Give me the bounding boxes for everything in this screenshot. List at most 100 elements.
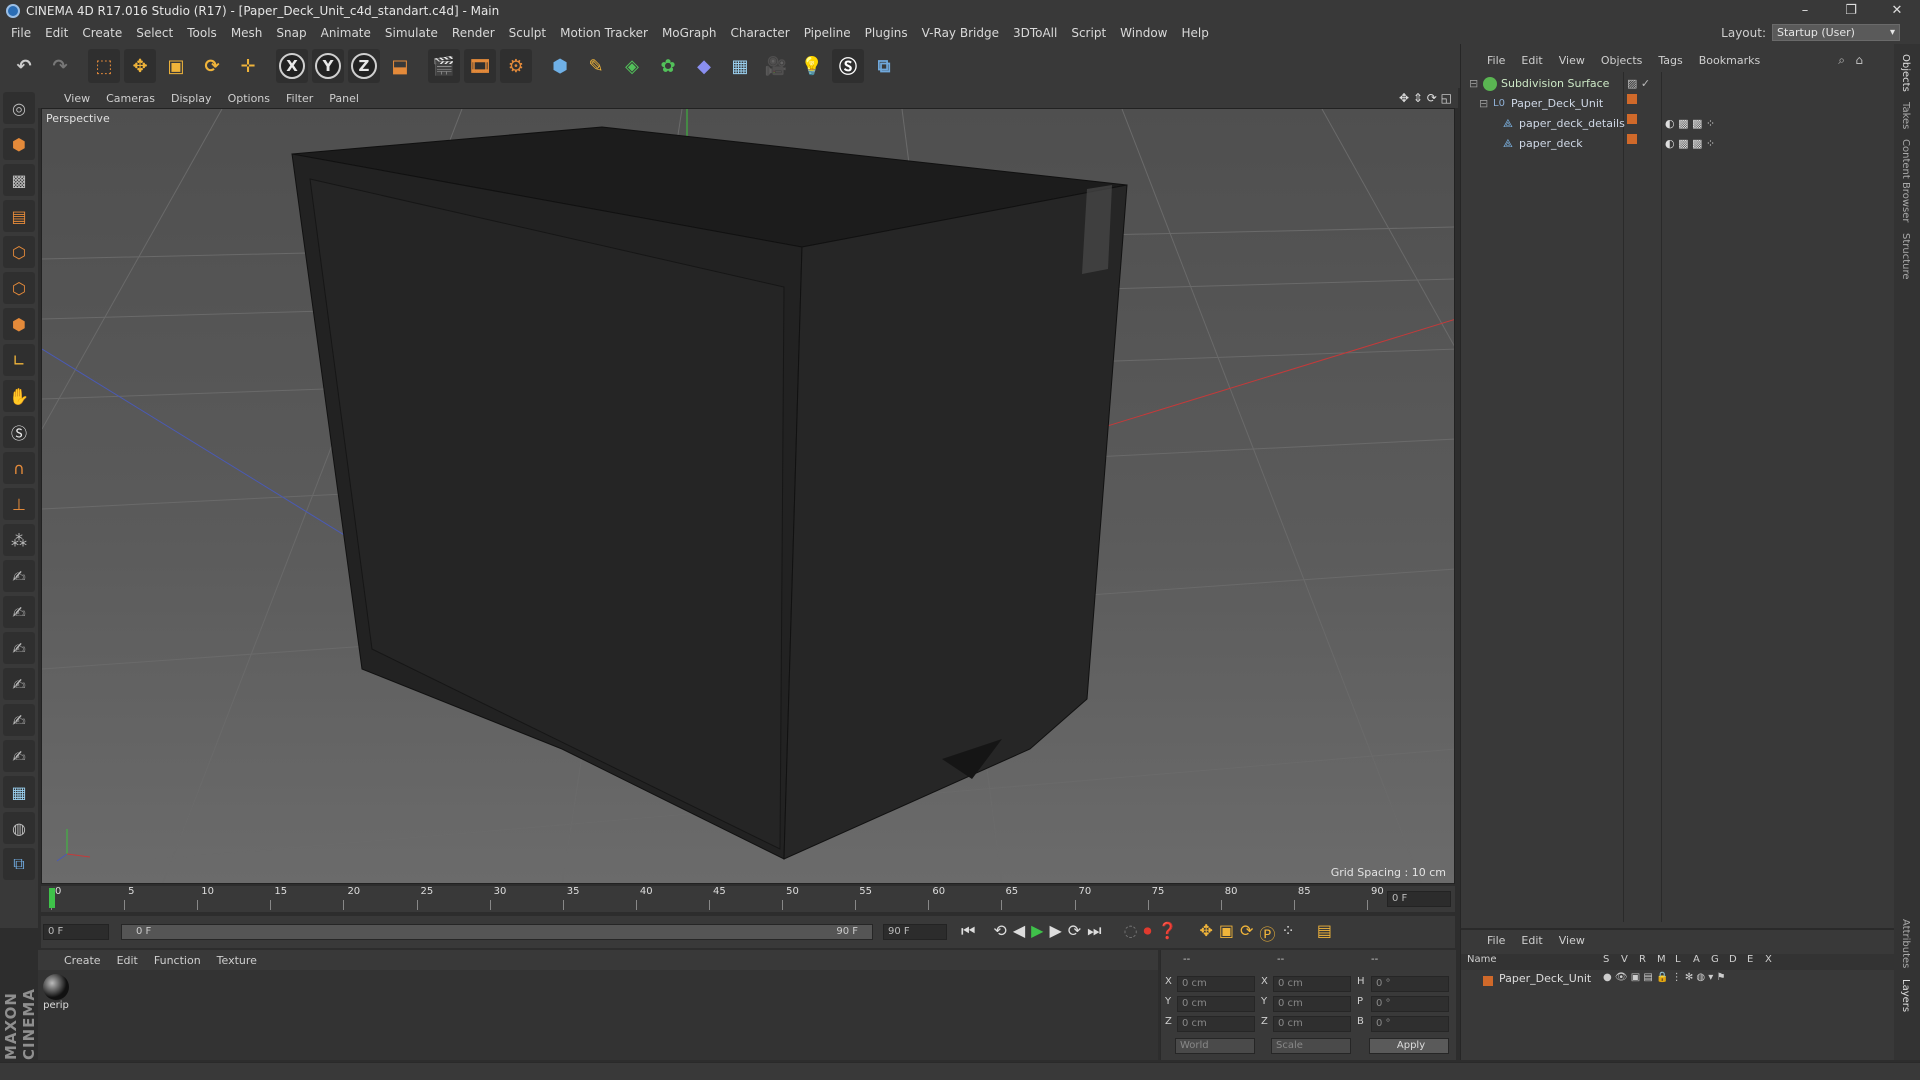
sculpt-inflate-icon[interactable]: ✍ [3, 704, 35, 736]
menu-tools[interactable]: Tools [180, 26, 224, 40]
rotation-p-field[interactable]: 0 ° [1371, 996, 1449, 1012]
current-frame-field[interactable]: 0 F [1387, 891, 1451, 907]
timeline-ruler[interactable]: 0 5 10 15 20 25 30 35 40 45 50 55 60 65 70 75 80 85 90 0 F [41, 886, 1455, 912]
render-settings-icon[interactable]: ⚙ [500, 49, 532, 83]
size-z-field[interactable]: 0 cm [1273, 1016, 1351, 1032]
paper-deck-model[interactable] [291, 126, 1128, 860]
objects-home-icon[interactable]: ⌂ [1855, 53, 1863, 67]
deformer-icon[interactable]: ◆ [688, 49, 720, 83]
layer-row[interactable]: Paper_Deck_Unit ● 👁 ▣ ▤ 🔒 ⋮ ✻ ◍ ▾ ⚑ [1461, 972, 1895, 990]
menu-help[interactable]: Help [1174, 26, 1215, 40]
python-icon[interactable]: ⧉ [868, 49, 900, 83]
object-row-paper-deck-details[interactable]: ⟁ paper_deck_details ◐ ▩ ▩ ⁘ [1461, 114, 1895, 134]
tab-content-browser[interactable]: Content Browser [1900, 139, 1911, 222]
layers-menu-edit[interactable]: Edit [1521, 934, 1542, 947]
tab-layers[interactable]: Layers [1900, 979, 1911, 1012]
menu-create[interactable]: Create [75, 26, 129, 40]
object-row-paper-deck-unit[interactable]: ⊟ L0 Paper_Deck_Unit [1461, 94, 1895, 114]
menu-snap[interactable]: Snap [269, 26, 313, 40]
rotation-h-field[interactable]: 0 ° [1371, 976, 1449, 992]
layer-color-swatch[interactable] [1627, 94, 1637, 104]
quantize-icon[interactable]: ⁂ [3, 524, 35, 556]
objects-menu-bookmarks[interactable]: Bookmarks [1699, 54, 1760, 67]
scale-mode-dropdown[interactable]: Scale [1271, 1038, 1351, 1054]
sculpt-pull-icon[interactable]: ✍ [3, 596, 35, 628]
key-position-icon[interactable]: ✥ [1199, 921, 1212, 945]
tweak-mode-icon[interactable]: ✋ [3, 380, 35, 412]
viewport-menu-filter[interactable]: Filter [286, 92, 323, 105]
workplane-mode-icon[interactable]: ▤ [3, 200, 35, 232]
edges-mode-icon[interactable]: ⬡ [3, 272, 35, 304]
menu-mesh[interactable]: Mesh [224, 26, 270, 40]
live-selection-icon[interactable]: ⬚ [88, 49, 120, 83]
previous-frame-icon[interactable]: ◀ [1013, 921, 1025, 945]
timeline-layout-icon[interactable]: ▤ [1317, 921, 1332, 945]
position-x-field[interactable]: 0 cm [1177, 976, 1255, 992]
menu-sculpt[interactable]: Sculpt [502, 26, 553, 40]
playhead[interactable] [49, 888, 55, 908]
rotate-tool-icon[interactable]: ⟳ [196, 49, 228, 83]
viewport-navigation-icons[interactable]: ✥ ⇕ ⟳ ◱ [1399, 91, 1452, 105]
menu-plugins[interactable]: Plugins [858, 26, 915, 40]
frame-range-slider[interactable]: 0 F 90 F [121, 924, 873, 940]
subdivision-surface-icon[interactable]: ◈ [616, 49, 648, 83]
menu-edit[interactable]: Edit [38, 26, 75, 40]
tab-structure[interactable]: Structure [1900, 233, 1911, 280]
objects-menu-view[interactable]: View [1559, 54, 1585, 67]
redo-icon[interactable]: ↷ [44, 49, 76, 83]
sculpt-flatten-icon[interactable]: ✍ [3, 668, 35, 700]
record-disabled-icon[interactable]: ◌ [1124, 921, 1138, 945]
coordinate-system-icon[interactable]: ⬓ [384, 49, 416, 83]
camera-icon[interactable]: 🎥 [760, 49, 792, 83]
key-pla-icon[interactable]: ⁘ [1281, 921, 1294, 945]
layer-toggle-icons[interactable]: ● 👁 ▣ ▤ 🔒 ⋮ ✻ ◍ ▾ ⚑ [1603, 972, 1725, 983]
tab-attributes[interactable]: Attributes [1900, 919, 1911, 968]
menu-mograph[interactable]: MoGraph [655, 26, 724, 40]
material-menu-create[interactable]: Create [64, 954, 101, 967]
sculpt-smooth-icon[interactable]: ✍ [3, 632, 35, 664]
menu-render[interactable]: Render [445, 26, 502, 40]
next-keyframe-icon[interactable]: ⟳ [1068, 921, 1081, 945]
lock-workplane-icon[interactable]: ◍ [3, 812, 35, 844]
cube-object-icon[interactable]: ⬢ [544, 49, 576, 83]
x-axis-lock-icon[interactable]: X [276, 49, 308, 83]
menu-select[interactable]: Select [129, 26, 180, 40]
play-icon[interactable]: ▶ [1031, 921, 1043, 945]
move-tool-icon[interactable]: ✥ [124, 49, 156, 83]
apply-button[interactable]: Apply [1369, 1038, 1449, 1054]
sculpt-grab-icon[interactable]: ✍ [3, 740, 35, 772]
snap-icon[interactable]: ∩ [3, 452, 35, 484]
grid-lock-icon[interactable]: ▦ [3, 776, 35, 808]
object-row-subdivision-surface[interactable]: ⊟ Subdivision Surface ▨ ✓ [1461, 74, 1895, 94]
menu-3dtoall[interactable]: 3DToAll [1006, 26, 1064, 40]
objects-menu-file[interactable]: File [1487, 54, 1505, 67]
layer-color-swatch[interactable] [1483, 976, 1493, 986]
object-row-paper-deck[interactable]: ⟁ paper_deck ◐ ▩ ▩ ⁘ [1461, 134, 1895, 154]
axis-mode-icon[interactable]: ∟ [3, 344, 35, 376]
menu-script[interactable]: Script [1064, 26, 1113, 40]
vray-icon[interactable]: Ⓢ [832, 49, 864, 83]
make-editable-icon[interactable]: ◎ [3, 92, 35, 124]
material-menu-edit[interactable]: Edit [117, 954, 138, 967]
menu-simulate[interactable]: Simulate [378, 26, 445, 40]
close-button[interactable]: ✕ [1874, 0, 1920, 22]
render-view-icon[interactable]: 🎬 [428, 49, 460, 83]
layout-dropdown[interactable]: Startup (User) [1772, 24, 1900, 41]
end-frame-field[interactable]: 90 F [883, 924, 947, 940]
next-frame-icon[interactable]: ▶ [1049, 921, 1061, 945]
y-axis-lock-icon[interactable]: Y [312, 49, 344, 83]
objects-menu-edit[interactable]: Edit [1521, 54, 1542, 67]
workplane-icon[interactable]: ⊥ [3, 488, 35, 520]
position-y-field[interactable]: 0 cm [1177, 996, 1255, 1012]
layers-menu-view[interactable]: View [1559, 934, 1585, 947]
python-script-icon[interactable]: ⧉ [3, 848, 35, 880]
layer-color-swatch[interactable] [1627, 134, 1637, 144]
objects-menu-tags[interactable]: Tags [1658, 54, 1682, 67]
objects-menu-objects[interactable]: Objects [1601, 54, 1643, 67]
cloner-icon[interactable]: ✿ [652, 49, 684, 83]
position-z-field[interactable]: 0 cm [1177, 1016, 1255, 1032]
pen-spline-icon[interactable]: ✎ [580, 49, 612, 83]
key-rotation-icon[interactable]: ⟳ [1240, 921, 1253, 945]
menu-pipeline[interactable]: Pipeline [797, 26, 858, 40]
layers-menu-file[interactable]: File [1487, 934, 1505, 947]
